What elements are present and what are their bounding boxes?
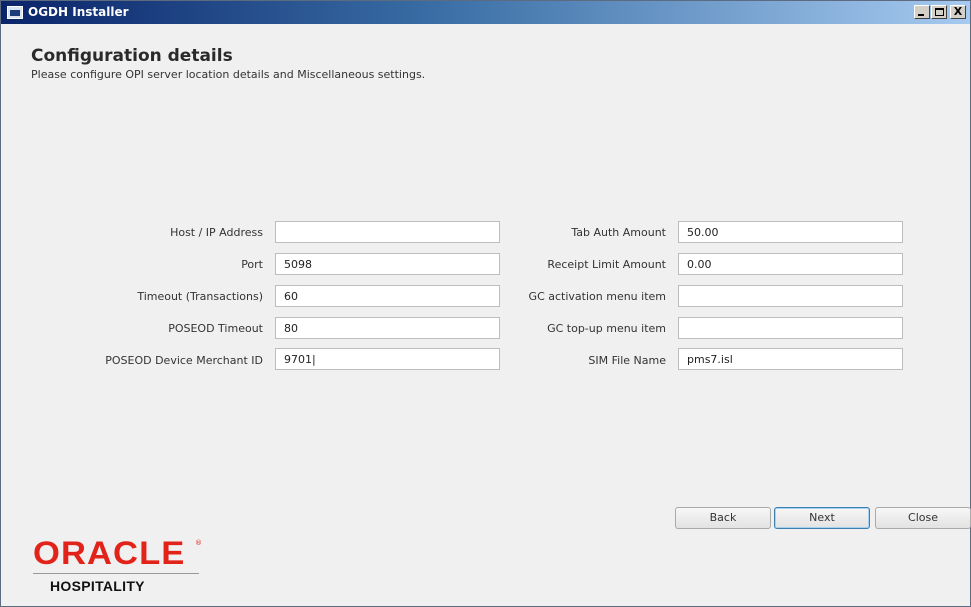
minimize-button[interactable] [914, 5, 930, 19]
hospitality-label: HOSPITALITY [50, 578, 145, 594]
oracle-logo: ORACLE [33, 535, 186, 571]
maximize-icon [935, 8, 944, 16]
port-label: Port [241, 258, 263, 271]
window-close-button[interactable]: X [950, 5, 966, 19]
next-button[interactable]: Next [774, 507, 870, 529]
gc-activation-input[interactable] [678, 285, 903, 307]
app-icon [7, 6, 23, 19]
page-title: Configuration details [31, 46, 233, 66]
installer-window: OGDH Installer X Configuration details P… [0, 0, 971, 607]
tab-auth-amount-label: Tab Auth Amount [571, 226, 666, 239]
gc-topup-input[interactable] [678, 317, 903, 339]
close-button[interactable]: Close [875, 507, 971, 529]
timeout-transactions-label: Timeout (Transactions) [137, 290, 263, 303]
minimize-icon [918, 14, 924, 16]
window-title: OGDH Installer [28, 5, 129, 19]
poseod-timeout-label: POSEOD Timeout [168, 322, 263, 335]
sim-file-name-label: SIM File Name [588, 354, 666, 367]
tab-auth-amount-input[interactable] [678, 221, 903, 243]
close-icon: X [953, 5, 963, 18]
sim-file-name-input[interactable] [678, 348, 903, 370]
host-ip-label: Host / IP Address [170, 226, 263, 239]
poseod-merchant-id-label: POSEOD Device Merchant ID [105, 354, 263, 367]
gc-topup-label: GC top-up menu item [547, 322, 666, 335]
gc-activation-label: GC activation menu item [528, 290, 666, 303]
receipt-limit-amount-label: Receipt Limit Amount [547, 258, 666, 271]
registered-mark: ® [195, 539, 202, 547]
back-button[interactable]: Back [675, 507, 771, 529]
title-bar[interactable]: OGDH Installer X [1, 1, 970, 24]
page-subtitle: Please configure OPI server location det… [31, 68, 426, 81]
maximize-button[interactable] [931, 5, 947, 19]
logo-divider [33, 573, 199, 574]
receipt-limit-amount-input[interactable] [678, 253, 903, 275]
